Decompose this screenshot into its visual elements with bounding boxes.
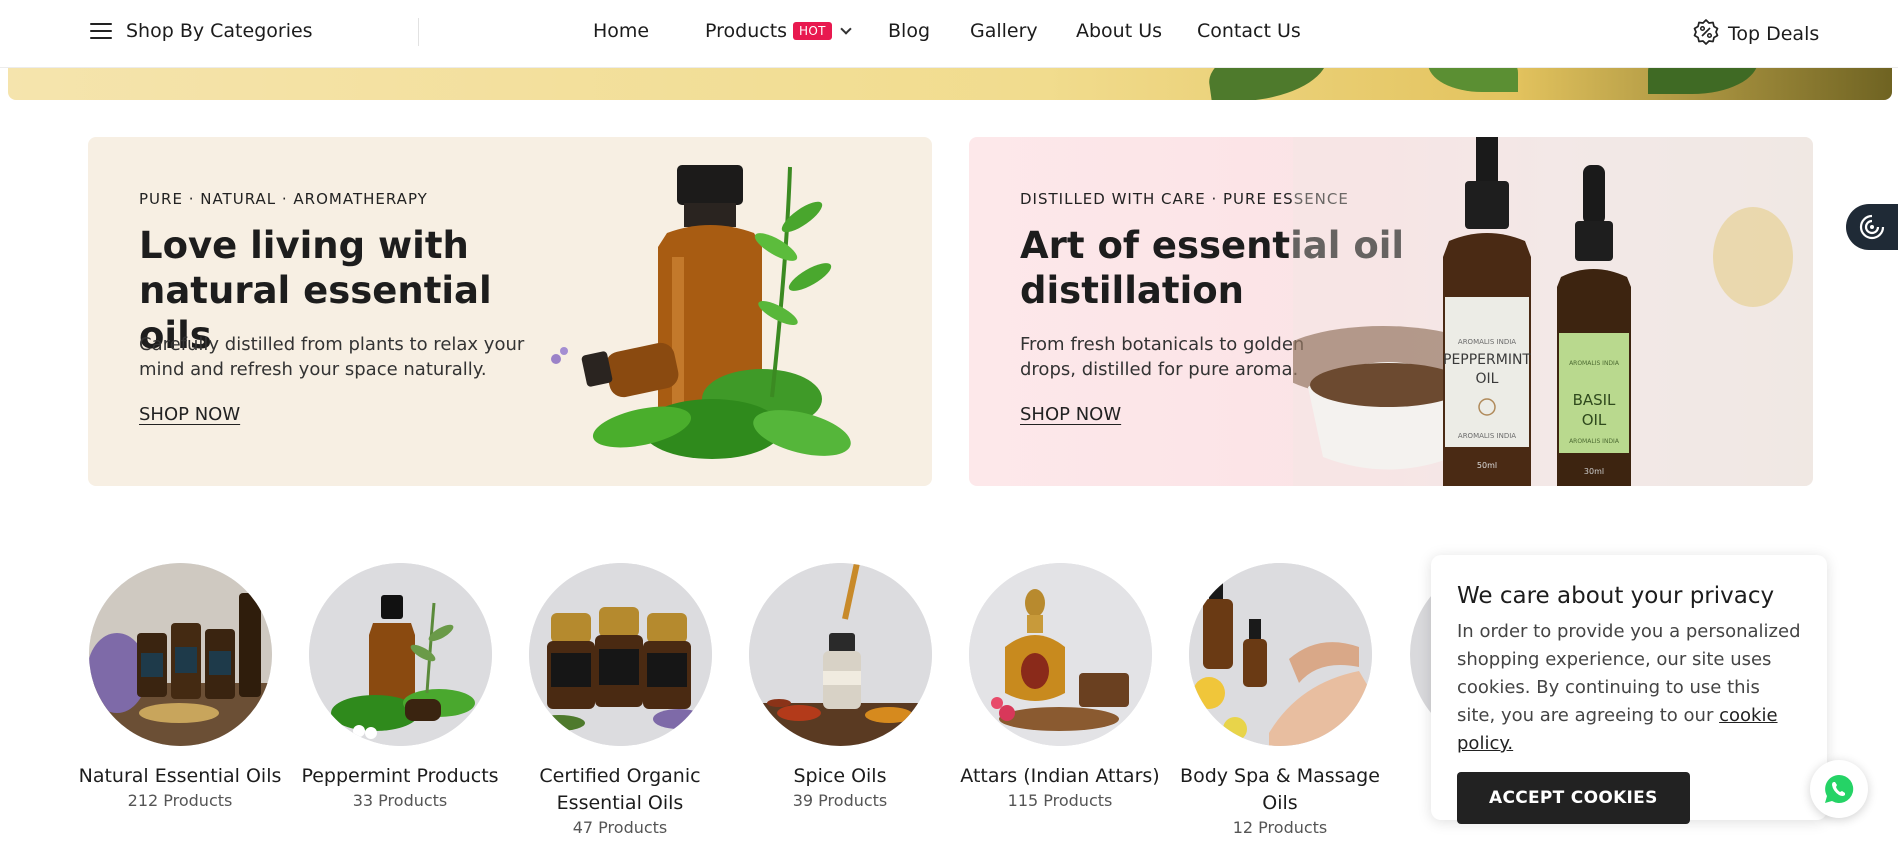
- basil-size: 30ml: [1584, 467, 1604, 476]
- category-name: Body Spa & Massage Oils: [1180, 765, 1380, 814]
- category-certified-organic-essential-oils[interactable]: Certified Organic Essential Oils 47 Prod…: [510, 563, 730, 837]
- cookie-consent-dialog: We care about your privacy In order to p…: [1431, 555, 1827, 824]
- nav-contact-us[interactable]: Contact Us: [1197, 20, 1301, 42]
- category-spice-oils[interactable]: Spice Oils 39 Products: [730, 563, 950, 810]
- category-count: 115 Products: [1007, 791, 1113, 810]
- top-deals-link[interactable]: Top Deals: [1692, 18, 1819, 50]
- shop-by-categories-label: Shop By Categories: [126, 20, 313, 42]
- category-image: [528, 563, 712, 746]
- promo-banner-natural-oils[interactable]: PURE · NATURAL · AROMATHERAPY Love livin…: [88, 137, 932, 486]
- peppermint-label: PEPPERMINT: [1443, 352, 1531, 368]
- category-count: 39 Products: [792, 791, 888, 810]
- accessibility-widget-button[interactable]: [1846, 204, 1898, 250]
- site-header: Shop By Categories Home Products HOT Blog…: [0, 0, 1898, 68]
- category-name: Certified Organic Essential Oils: [539, 765, 701, 814]
- nav-gallery[interactable]: Gallery: [970, 20, 1038, 42]
- chevron-down-icon: [840, 23, 852, 35]
- bottle-brand-label: AROMALIS INDIA: [1458, 338, 1516, 346]
- peppermint-size: 50ml: [1477, 461, 1497, 470]
- shop-now-link[interactable]: SHOP NOW: [1020, 404, 1121, 425]
- banner-text: From fresh botanicals to golden drops, d…: [1020, 334, 1305, 380]
- nav-products-label: Products: [705, 20, 788, 42]
- category-image: [1188, 563, 1372, 746]
- hero-slider-bottom: [8, 68, 1892, 100]
- cookie-title: We care about your privacy: [1457, 583, 1775, 609]
- peppermint-label: OIL: [1476, 371, 1499, 387]
- top-deals-label: Top Deals: [1728, 23, 1820, 45]
- bottle-brand-label: AROMALIS INDIA: [1458, 432, 1516, 440]
- essential-oil-bottle-illustration: [551, 165, 851, 459]
- nav-products[interactable]: Products HOT: [705, 20, 852, 42]
- category-peppermint-products[interactable]: Peppermint Products 33 Products: [290, 563, 510, 810]
- category-name: Spice Oils: [793, 765, 887, 787]
- category-image: [308, 563, 492, 746]
- target-icon: [1859, 214, 1885, 240]
- nav-home[interactable]: Home: [593, 20, 649, 42]
- oil-bottles-photo: AROMALIS INDIA PEPPERMINT OIL AROMALIS I…: [1293, 137, 1813, 486]
- category-count: 12 Products: [1232, 818, 1328, 837]
- whatsapp-chat-button[interactable]: [1810, 760, 1868, 818]
- basil-label: BASIL: [1573, 391, 1616, 409]
- hamburger-icon: [90, 23, 112, 39]
- hot-badge: HOT: [793, 22, 832, 40]
- shop-now-link[interactable]: SHOP NOW: [139, 404, 240, 425]
- leaf-decoration: [1648, 68, 1758, 94]
- nav-about-us[interactable]: About Us: [1076, 20, 1162, 42]
- header-divider: [418, 18, 419, 46]
- category-body-spa-massage-oils[interactable]: Body Spa & Massage Oils 12 Products: [1170, 563, 1390, 837]
- nav-blog[interactable]: Blog: [888, 20, 930, 42]
- category-name: Attars (Indian Attars): [960, 765, 1160, 787]
- category-count: 47 Products: [572, 818, 668, 837]
- bottle-brand-label: AROMALIS INDIA: [1569, 438, 1620, 445]
- category-name: Peppermint Products: [301, 765, 499, 787]
- category-attars[interactable]: Attars (Indian Attars) 115 Products: [950, 563, 1170, 810]
- category-image: [748, 563, 932, 746]
- cookie-text: In order to provide you a personalized s…: [1457, 618, 1801, 758]
- whatsapp-icon: [1825, 774, 1854, 803]
- shop-by-categories-button[interactable]: Shop By Categories: [90, 20, 313, 42]
- accept-cookies-button[interactable]: ACCEPT COOKIES: [1457, 772, 1690, 824]
- category-image: [88, 563, 272, 746]
- leaf-decoration: [1428, 68, 1518, 92]
- basil-label: OIL: [1582, 411, 1607, 429]
- percent-badge-icon: [1692, 18, 1720, 50]
- banner-eyebrow: PURE · NATURAL · AROMATHERAPY: [139, 190, 428, 208]
- leaf-decoration: [1204, 68, 1332, 100]
- category-count: 33 Products: [352, 791, 448, 810]
- banner-text: Carefully distilled from plants to relax…: [139, 334, 525, 380]
- bottle-brand-label: AROMALIS INDIA: [1569, 360, 1620, 367]
- category-image: [968, 563, 1152, 746]
- category-count: 212 Products: [127, 791, 233, 810]
- category-name: Natural Essential Oils: [78, 765, 282, 787]
- promo-banner-distillation[interactable]: DISTILLED WITH CARE · PURE ESSENCE Art o…: [969, 137, 1813, 486]
- category-natural-essential-oils[interactable]: Natural Essential Oils 212 Products: [70, 563, 290, 810]
